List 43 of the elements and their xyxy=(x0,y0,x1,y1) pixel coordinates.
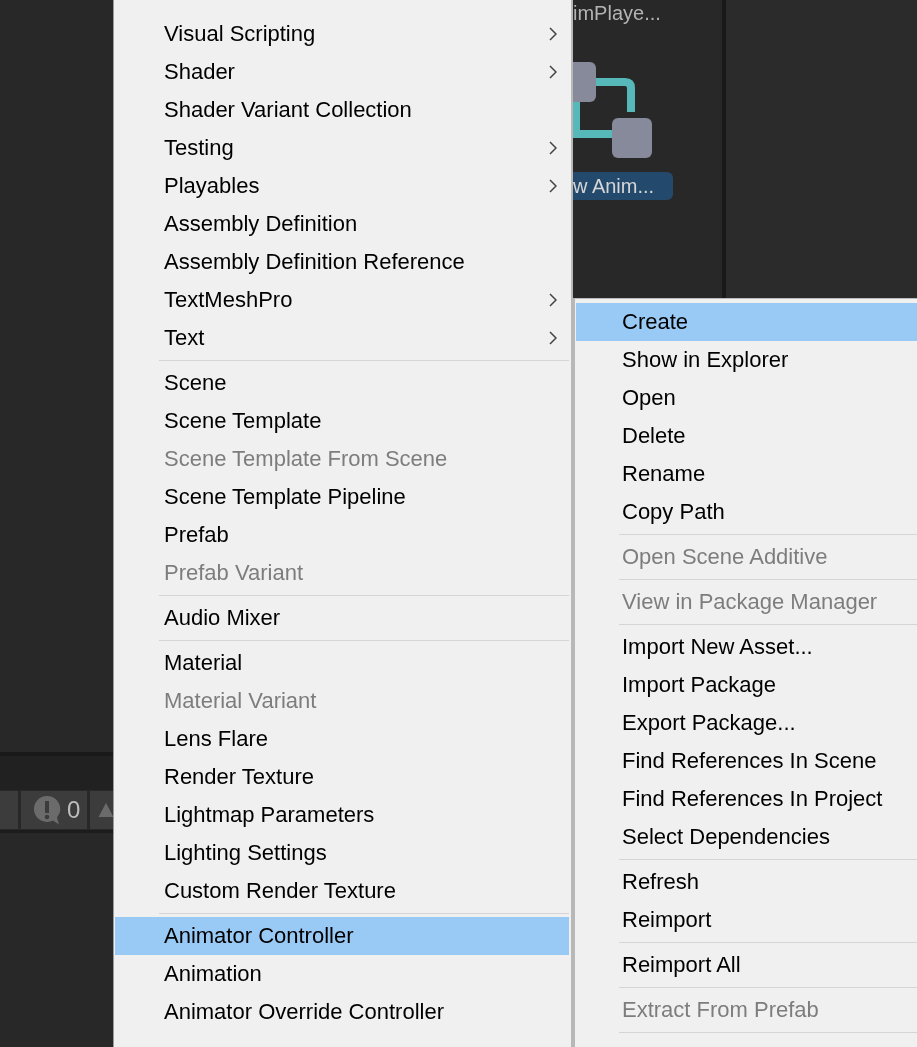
menu-item[interactable]: Playables xyxy=(115,167,569,205)
menu-item[interactable]: Lightmap Parameters xyxy=(115,796,569,834)
menu-item[interactable]: Scene Template Pipeline xyxy=(115,478,569,516)
menu-item[interactable]: Find References In Project xyxy=(576,780,917,818)
menu-item[interactable]: Open xyxy=(576,379,917,417)
menu-item[interactable]: Show in Explorer xyxy=(576,341,917,379)
menu-item[interactable]: Delete xyxy=(576,417,917,455)
menu-item[interactable]: Select Dependencies xyxy=(576,818,917,856)
menu-item[interactable]: Scene Template xyxy=(115,402,569,440)
menu-item[interactable]: Find References In Scene xyxy=(576,742,917,780)
menu-item[interactable]: Reimport xyxy=(576,901,917,939)
error-count-toggle[interactable]: 0 xyxy=(21,791,87,829)
menu-item[interactable]: Assembly Definition xyxy=(115,205,569,243)
menu-item[interactable]: Lens Flare xyxy=(115,720,569,758)
menu-item[interactable]: Scene xyxy=(115,364,569,402)
menu-item[interactable]: Audio Mixer xyxy=(115,599,569,637)
menu-item[interactable]: Material xyxy=(115,644,569,682)
menu-item[interactable]: Testing xyxy=(115,129,569,167)
menu-item[interactable]: Export Package... xyxy=(576,704,917,742)
menu-item[interactable]: Animation xyxy=(115,955,569,993)
menu-item[interactable]: TextMeshPro xyxy=(115,281,569,319)
menu-item[interactable]: Animator Override Controller xyxy=(115,993,569,1031)
menu-item[interactable]: Shader Variant Collection xyxy=(115,91,569,129)
menu-item[interactable]: Assembly Definition Reference xyxy=(115,243,569,281)
menu-item[interactable]: Prefab xyxy=(115,516,569,554)
menu-item[interactable]: Visual Scripting xyxy=(115,15,569,53)
menu-item[interactable]: Import Package xyxy=(576,666,917,704)
error-bubble-icon xyxy=(31,794,63,826)
menu-item[interactable]: Custom Render Texture xyxy=(115,872,569,910)
asset-name: imPlaye... xyxy=(573,1,661,24)
menu-item[interactable]: Copy Path xyxy=(576,493,917,531)
menu-item[interactable]: Shader xyxy=(115,53,569,91)
asset-label[interactable]: w Anim... xyxy=(573,172,673,200)
menu-item[interactable]: Reimport All xyxy=(576,946,917,984)
menu-item[interactable]: Import New Asset... xyxy=(576,628,917,666)
menu-item[interactable]: Animator Controller xyxy=(115,917,569,955)
menu-item[interactable]: Rename xyxy=(576,455,917,493)
menu-item[interactable]: Lighting Settings xyxy=(115,834,569,872)
menu-item[interactable]: Text xyxy=(115,319,569,357)
menu-item[interactable]: Render Texture xyxy=(115,758,569,796)
menu-item[interactable]: Refresh xyxy=(576,863,917,901)
menu-item[interactable]: Create xyxy=(576,303,917,341)
warning-toggle[interactable] xyxy=(90,791,114,829)
